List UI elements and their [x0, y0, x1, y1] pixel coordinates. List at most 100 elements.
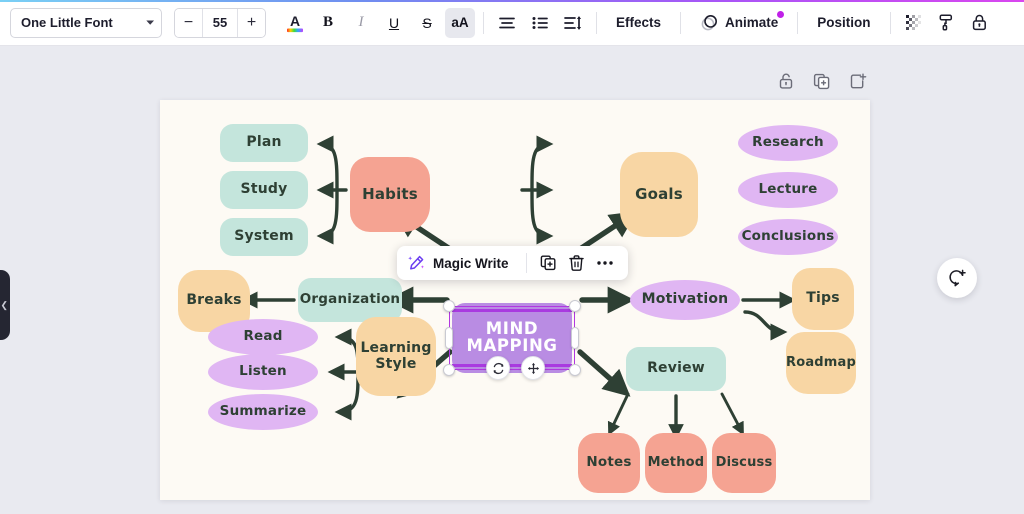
top-toolbar: One Little Font ▾ − 55 + A: [0, 0, 1024, 46]
move-handle-icon: [527, 362, 540, 375]
text-align-button[interactable]: [492, 8, 522, 38]
bullet-list-button[interactable]: [525, 8, 555, 38]
center-node-accent-bottom: [452, 364, 572, 367]
node-conclusions[interactable]: Conclusions: [738, 219, 838, 255]
unlock-icon: [778, 72, 795, 91]
magic-write-icon: [407, 254, 426, 273]
strikethrough-button[interactable]: S: [412, 8, 442, 38]
magic-write-label[interactable]: Magic Write: [433, 256, 509, 271]
page-tools: [775, 70, 869, 92]
effects-button[interactable]: Effects: [605, 8, 672, 38]
font-size-decrease-button[interactable]: −: [175, 9, 202, 37]
canva-editor: One Little Font ▾ − 55 + A: [0, 0, 1024, 514]
toolbar-divider-5: [890, 12, 891, 34]
more-options-button[interactable]: [592, 250, 618, 276]
animate-button[interactable]: Animate: [689, 8, 789, 38]
design-canvas[interactable]: Plan Study System Habits Goals Research …: [160, 100, 870, 500]
font-size-increase-button[interactable]: +: [238, 9, 265, 37]
underline-button[interactable]: U: [379, 8, 409, 38]
italic-button[interactable]: I: [346, 8, 376, 38]
lock-icon: [970, 13, 989, 32]
add-page-button[interactable]: [847, 70, 869, 92]
center-node-accent-top: [452, 309, 572, 312]
position-button[interactable]: Position: [806, 8, 881, 38]
magic-bar-divider: [526, 253, 527, 273]
align-left-icon: [498, 15, 516, 31]
letter-case-button[interactable]: aA: [445, 8, 475, 38]
transparency-button[interactable]: [899, 8, 929, 38]
node-summarize[interactable]: Summarize: [208, 394, 318, 430]
bold-button[interactable]: B: [313, 8, 343, 38]
chevron-down-icon: ▾: [147, 18, 154, 27]
duplicate-icon: [540, 254, 557, 272]
resize-handle-bottom-left[interactable]: [443, 364, 455, 376]
animate-label: Animate: [725, 15, 778, 30]
paint-roller-icon: [937, 13, 956, 32]
letter-case-icon: aA: [451, 15, 468, 30]
rotate-handle[interactable]: [486, 356, 510, 380]
move-handle[interactable]: [521, 356, 545, 380]
toolbar-divider: [483, 12, 484, 34]
resize-handle-top-left[interactable]: [443, 300, 455, 312]
node-review[interactable]: Review: [626, 347, 726, 391]
node-system[interactable]: System: [220, 218, 308, 256]
resize-handle-right[interactable]: [571, 327, 579, 349]
node-roadmap[interactable]: Roadmap: [786, 332, 856, 394]
chevron-left-icon: ❮: [0, 300, 8, 311]
more-options-icon: [596, 260, 614, 266]
rotate-handle-icon: [492, 362, 505, 375]
node-method[interactable]: Method: [645, 433, 707, 493]
node-read[interactable]: Read: [208, 319, 318, 355]
font-size-stepper: − 55 +: [174, 8, 266, 38]
add-comment-icon: [947, 268, 968, 289]
selected-center-node[interactable]: MIND MAPPING: [452, 303, 572, 373]
resize-handle-left[interactable]: [445, 327, 453, 349]
node-research[interactable]: Research: [738, 125, 838, 161]
bullet-list-icon: [531, 15, 549, 31]
unlock-page-button[interactable]: [775, 70, 797, 92]
toolbar-divider-2: [596, 12, 597, 34]
svg-text:A: A: [290, 13, 300, 29]
node-discuss[interactable]: Discuss: [712, 433, 776, 493]
resize-handle-top-right[interactable]: [569, 300, 581, 312]
node-organization[interactable]: Organization: [298, 278, 402, 322]
editor-workspace: ❮: [0, 46, 1024, 514]
add-page-icon: [849, 72, 867, 91]
font-family-value: One Little Font: [21, 15, 113, 30]
node-motivation[interactable]: Motivation: [630, 280, 740, 320]
add-comment-button[interactable]: [937, 258, 977, 298]
toolbar-divider-4: [797, 12, 798, 34]
duplicate-page-icon: [813, 72, 831, 91]
strikethrough-icon: S: [422, 15, 431, 31]
animate-new-badge: [777, 11, 784, 18]
line-spacing-icon: [564, 15, 582, 31]
duplicate-page-button[interactable]: [811, 70, 833, 92]
animate-icon: [700, 13, 719, 32]
node-notes[interactable]: Notes: [578, 433, 640, 493]
duplicate-element-button[interactable]: [536, 250, 562, 276]
magic-write-toolbar: Magic Write: [397, 246, 628, 280]
node-listen[interactable]: Listen: [208, 354, 318, 390]
font-color-icon: A: [285, 12, 305, 34]
paint-roller-button[interactable]: [932, 8, 962, 38]
lock-button[interactable]: [965, 8, 995, 38]
node-study[interactable]: Study: [220, 171, 308, 209]
font-size-input[interactable]: 55: [202, 9, 238, 37]
resize-handle-bottom-right[interactable]: [569, 364, 581, 376]
sidebar-collapse-toggle[interactable]: ❮: [0, 270, 10, 340]
bold-icon: B: [323, 14, 333, 31]
node-lecture[interactable]: Lecture: [738, 172, 838, 208]
font-family-select[interactable]: One Little Font ▾: [10, 8, 162, 38]
node-plan[interactable]: Plan: [220, 124, 308, 162]
line-spacing-button[interactable]: [558, 8, 588, 38]
node-tips[interactable]: Tips: [792, 268, 854, 330]
node-learning-style[interactable]: Learning Style: [356, 317, 436, 396]
text-color-button[interactable]: A: [280, 8, 310, 38]
node-habits[interactable]: Habits: [350, 157, 430, 232]
delete-element-button[interactable]: [564, 250, 590, 276]
trash-icon: [568, 254, 585, 272]
toolbar-divider-3: [680, 12, 681, 34]
gradient-accent-bar: [0, 0, 1024, 2]
center-node-label: MIND MAPPING: [452, 321, 572, 355]
node-goals[interactable]: Goals: [620, 152, 698, 237]
